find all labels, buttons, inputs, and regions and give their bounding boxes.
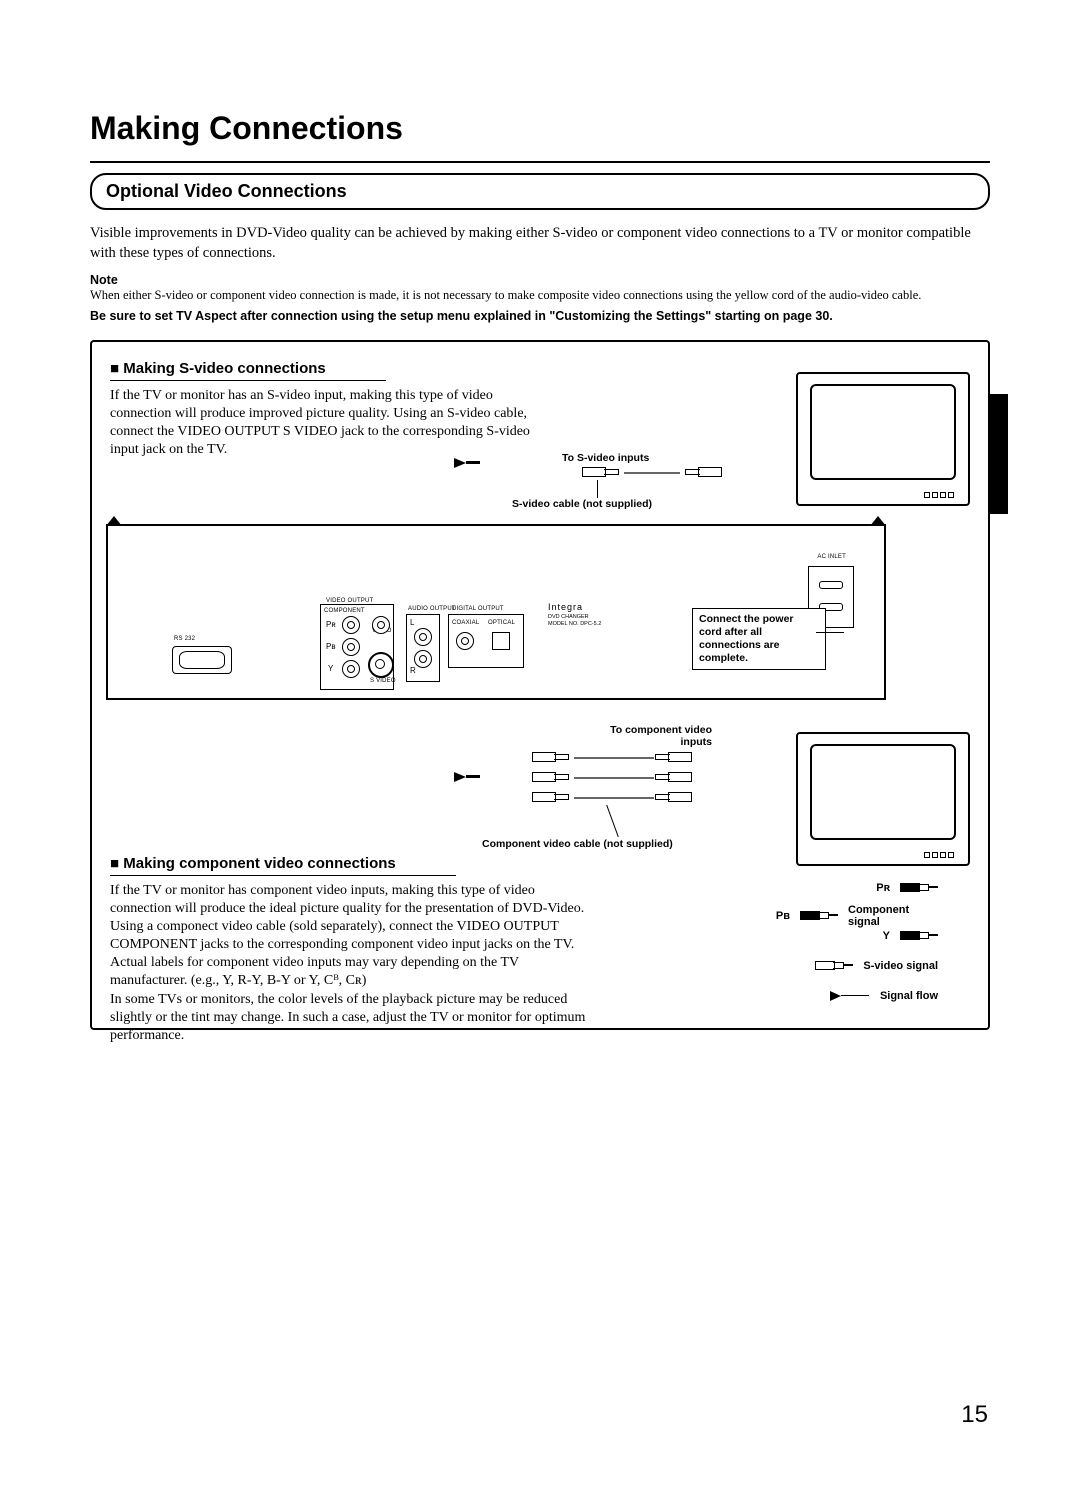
brand-sub1: DVD CHANGER	[548, 614, 589, 620]
jack-audio-r	[414, 650, 432, 668]
label-y: Y	[328, 664, 333, 673]
label-to-svideo-inputs: To S-video inputs	[562, 452, 649, 464]
legend-pb: Pʙ	[772, 910, 790, 922]
svideo-plug-left	[582, 467, 622, 477]
page-number: 15	[961, 1401, 988, 1429]
pointer-to-component-label	[606, 804, 619, 836]
svideo-cable-wire	[624, 472, 680, 474]
jack-svideo	[368, 652, 394, 678]
label-optical: OPTICAL	[488, 620, 515, 626]
label-audio-output: AUDIO OUTPUT	[408, 606, 456, 612]
component-plug-r1	[652, 752, 692, 762]
tv-illustration-bottom	[796, 732, 970, 866]
label-pr: Pʀ	[326, 620, 336, 629]
label-pb: Pʙ	[326, 642, 336, 651]
component-plug-l3	[532, 792, 572, 802]
signal-arrow-top	[454, 458, 480, 468]
label-r: R	[410, 666, 416, 675]
label-to-component-inputs: To component video inputs	[602, 724, 712, 748]
legend-plug-pb	[800, 911, 838, 920]
label-ac-inlet: AC INLET	[817, 554, 846, 560]
legend-component-signal: Component signal	[848, 904, 938, 928]
svideo-heading: Making S-video connections	[110, 360, 386, 381]
legend-plug-y	[900, 931, 938, 940]
legend-signal-flow: Signal flow	[880, 990, 938, 1002]
component-heading: Making component video connections	[110, 855, 456, 876]
label-coaxial: COAXIAL	[452, 620, 479, 626]
jack-pr	[342, 616, 360, 634]
callout-power: Connect the power cord after all connect…	[692, 608, 826, 671]
note-bold: Be sure to set TV Aspect after connectio…	[90, 308, 990, 326]
signal-arrow-bottom	[454, 772, 480, 782]
svideo-plug-right	[682, 467, 722, 477]
component-wire-3	[574, 797, 654, 799]
legend-plug-svideo	[815, 961, 853, 970]
note-label: Note	[90, 273, 990, 287]
legend-signal-flow-icon	[830, 991, 870, 1001]
label-component-cable: Component video cable (not supplied)	[482, 838, 673, 850]
legend-y: Y	[872, 930, 890, 942]
label-l: L	[410, 618, 414, 627]
component-plug-r3	[652, 792, 692, 802]
component-plug-l1	[532, 752, 572, 762]
legend-plug-pr	[900, 883, 938, 892]
jack-video	[372, 616, 390, 634]
jack-pb	[342, 638, 360, 656]
component-wire-1	[574, 757, 654, 759]
jack-y	[342, 660, 360, 678]
section-title: Optional Video Connections	[90, 173, 990, 210]
brand-name: Integra	[548, 602, 583, 612]
tv-illustration-top	[796, 372, 970, 506]
callout-leader	[816, 632, 844, 633]
diagram-frame: Making S-video connections If the TV or …	[90, 340, 990, 1030]
jack-optical	[492, 632, 510, 650]
legend-svideo-signal: S-video signal	[863, 960, 938, 972]
pointer-to-svideo-label	[597, 480, 598, 498]
component-wire-2	[574, 777, 654, 779]
component-plug-l2	[532, 772, 572, 782]
label-rs232: RS 232	[174, 636, 195, 642]
component-plug-r2	[652, 772, 692, 782]
horizontal-rule	[90, 161, 990, 163]
label-svideo: S VIDEO	[370, 678, 396, 684]
legend-pr: Pʀ	[872, 882, 890, 894]
jack-audio-l	[414, 628, 432, 646]
jack-coaxial	[456, 632, 474, 650]
label-svideo-cable: S-video cable (not supplied)	[512, 498, 652, 510]
note-body: When either S-video or component video c…	[90, 287, 990, 304]
page-title: Making Connections	[90, 110, 990, 147]
intro-paragraph: Visible improvements in DVD-Video qualit…	[90, 224, 990, 263]
page-edge-tab	[990, 394, 1008, 514]
component-paragraph: If the TV or monitor has component video…	[110, 882, 590, 1046]
svideo-paragraph: If the TV or monitor has an S-video inpu…	[110, 387, 540, 460]
brand-sub2: MODEL NO. DPC-5.2	[548, 621, 601, 627]
label-digital-output: DIGITAL OUTPUT	[452, 606, 504, 612]
rs232-port	[172, 646, 232, 674]
